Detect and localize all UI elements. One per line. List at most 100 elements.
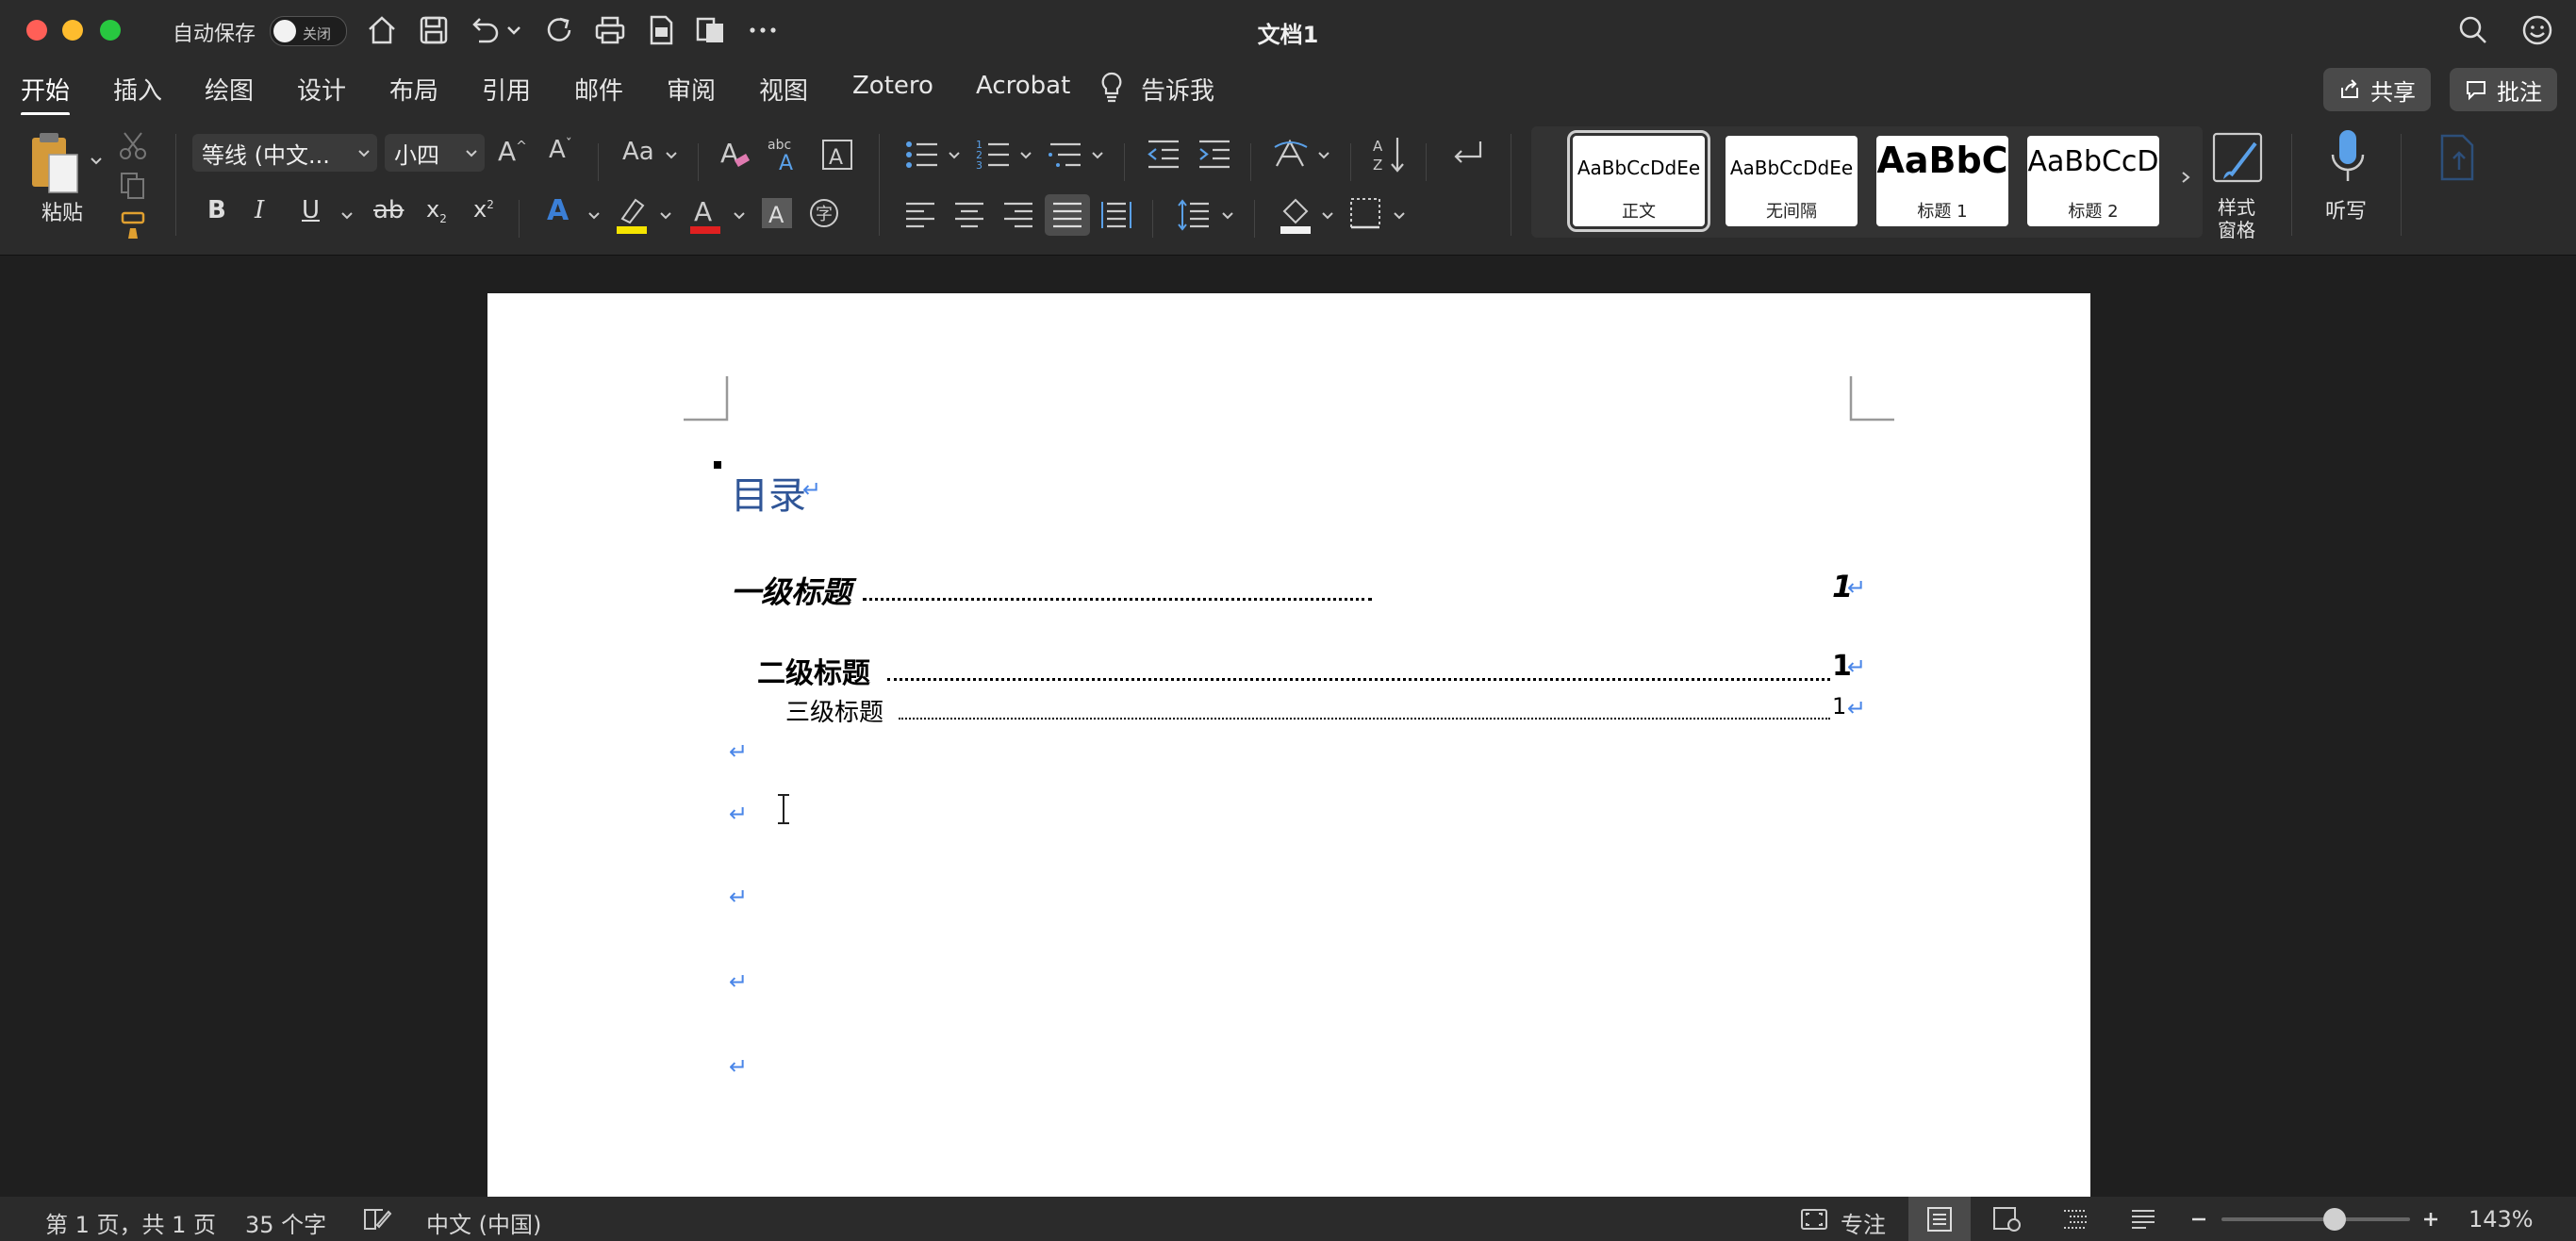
subscript-button[interactable]: x2 — [426, 196, 447, 225]
focus-label[interactable]: 专注 — [1841, 1206, 1886, 1239]
outline-view-icon[interactable] — [2061, 1206, 2089, 1233]
tab-zotero[interactable]: Zotero — [852, 72, 933, 100]
highlight-color-icon[interactable] — [613, 194, 651, 236]
style-normal[interactable]: AaBbCcDdEe 正文 — [1567, 130, 1710, 232]
paste-dropdown-chevron-icon[interactable] — [89, 153, 104, 168]
distributed-icon[interactable] — [1099, 198, 1133, 232]
character-shading-icon[interactable]: A — [760, 196, 794, 230]
proofing-book-icon[interactable] — [362, 1206, 392, 1233]
empty-paragraph-mark[interactable]: ↵ — [729, 1053, 748, 1080]
shading-chevron-icon[interactable] — [1320, 207, 1335, 223]
styles-gallery-more-icon[interactable] — [2178, 170, 2193, 185]
align-right-icon[interactable] — [1001, 198, 1035, 232]
tab-design[interactable]: 设计 — [297, 72, 346, 107]
grow-font-icon[interactable]: A^ — [498, 136, 527, 167]
empty-paragraph-mark[interactable]: ↵ — [729, 801, 748, 827]
italic-button[interactable]: I — [255, 196, 264, 224]
character-border-icon[interactable]: A — [818, 136, 856, 174]
show-formatting-marks-icon[interactable] — [1448, 136, 1486, 174]
draft-view-icon[interactable] — [2129, 1206, 2157, 1233]
font-name-chevron-icon[interactable] — [356, 145, 372, 160]
increase-indent-icon[interactable] — [1196, 136, 1233, 174]
tab-layout[interactable]: 布局 — [389, 72, 438, 107]
microphone-icon[interactable] — [2329, 128, 2367, 189]
search-icon[interactable] — [2455, 13, 2491, 47]
align-left-icon[interactable] — [903, 198, 937, 232]
tab-view[interactable]: 视图 — [759, 72, 808, 107]
line-spacing-chevron-icon[interactable] — [1220, 207, 1235, 223]
zoom-slider-track[interactable] — [2221, 1217, 2410, 1221]
style-heading-2[interactable]: AaBbCcD 标题 2 — [2027, 136, 2159, 226]
web-layout-view-icon[interactable] — [1991, 1206, 2022, 1233]
empty-paragraph-mark[interactable]: ↵ — [729, 738, 748, 765]
zoom-in-icon[interactable] — [2421, 1210, 2440, 1229]
style-no-spacing[interactable]: AaBbCcDdEe 无间隔 — [1726, 136, 1858, 226]
text-effects-button[interactable]: A — [547, 194, 569, 227]
tab-draw[interactable]: 绘图 — [205, 72, 254, 107]
sort-icon[interactable]: A Z — [1371, 134, 1409, 175]
tab-review[interactable]: 审阅 — [667, 72, 716, 107]
font-color-icon[interactable]: A — [686, 194, 724, 236]
focus-mode-icon[interactable] — [1799, 1206, 1829, 1233]
styles-pane-icon[interactable] — [2210, 130, 2269, 187]
tab-references[interactable]: 引用 — [482, 72, 531, 107]
zoom-out-icon[interactable] — [2189, 1212, 2208, 1227]
language-status[interactable]: 中文 (中国) — [426, 1206, 541, 1239]
zoom-slider-knob[interactable] — [2323, 1208, 2346, 1231]
strikethrough-button[interactable]: ab — [373, 196, 404, 224]
line-spacing-icon[interactable] — [1177, 198, 1211, 232]
bullets-chevron-icon[interactable] — [947, 147, 962, 162]
text-direction-chevron-icon[interactable] — [1316, 147, 1331, 162]
print-layout-view-icon[interactable] — [1925, 1206, 1954, 1233]
comments-button[interactable]: 批注 — [2450, 68, 2557, 111]
underline-button[interactable]: U — [302, 196, 320, 224]
multilevel-list-icon[interactable] — [1047, 136, 1084, 174]
tab-acrobat[interactable]: Acrobat — [976, 72, 1070, 100]
phonetic-guide-icon[interactable]: abc A — [766, 134, 807, 175]
document-canvas[interactable]: 目录 ↵ 一级标题 1 ↵ 二级标题 1 ↵ 三级标题 1 ↵ ↵ ↵ ↵ ↵ … — [0, 256, 2576, 1197]
toc-entry-level-1[interactable]: 一级标题 — [731, 569, 851, 612]
font-size-chevron-icon[interactable] — [464, 145, 479, 160]
cut-scissors-icon[interactable] — [117, 130, 149, 162]
change-case-button[interactable]: Aa — [622, 138, 654, 166]
paste-clipboard-icon[interactable] — [26, 130, 83, 198]
bold-button[interactable]: B — [207, 196, 226, 224]
shrink-font-icon[interactable]: Aˇ — [549, 136, 572, 164]
tell-me-search[interactable]: 告诉我 — [1141, 72, 1214, 107]
tab-mailings[interactable]: 邮件 — [574, 72, 623, 107]
justify-icon[interactable] — [1050, 198, 1084, 232]
tab-insert[interactable]: 插入 — [113, 72, 162, 107]
feedback-smiley-icon[interactable] — [2519, 13, 2555, 47]
copy-icon[interactable] — [117, 170, 149, 202]
multilevel-chevron-icon[interactable] — [1090, 147, 1105, 162]
font-name-dropdown[interactable]: 等线 (中文... — [192, 134, 377, 172]
underline-chevron-icon[interactable] — [339, 207, 355, 223]
highlight-chevron-icon[interactable] — [658, 207, 673, 223]
numbering-icon[interactable]: 1 2 3 — [975, 136, 1013, 174]
empty-paragraph-mark[interactable]: ↵ — [729, 968, 748, 995]
borders-icon[interactable] — [1348, 196, 1382, 230]
text-effects-chevron-icon[interactable] — [586, 207, 602, 223]
shading-bucket-icon[interactable] — [1277, 194, 1314, 236]
zoom-level[interactable]: 143% — [2469, 1206, 2534, 1233]
superscript-button[interactable]: x2 — [473, 196, 494, 223]
decrease-indent-icon[interactable] — [1145, 136, 1182, 174]
change-case-chevron-icon[interactable] — [664, 147, 679, 162]
toc-entry-level-3[interactable]: 三级标题 — [785, 693, 883, 728]
align-center-icon[interactable] — [952, 198, 986, 232]
font-color-chevron-icon[interactable] — [732, 207, 747, 223]
tab-home[interactable]: 开始 — [21, 72, 71, 116]
bullets-icon[interactable] — [903, 136, 941, 174]
enclose-characters-icon[interactable]: 字 — [807, 196, 841, 230]
borders-chevron-icon[interactable] — [1392, 207, 1407, 223]
style-heading-1[interactable]: AaBbC 标题 1 — [1876, 136, 2008, 226]
format-painter-icon[interactable] — [117, 209, 149, 241]
empty-paragraph-mark[interactable]: ↵ — [729, 884, 748, 910]
toc-entry-level-2[interactable]: 二级标题 — [757, 650, 870, 691]
page-count-status[interactable]: 第 1 页，共 1 页 — [45, 1206, 216, 1239]
numbering-chevron-icon[interactable] — [1018, 147, 1033, 162]
document-page[interactable]: 目录 ↵ 一级标题 1 ↵ 二级标题 1 ↵ 三级标题 1 ↵ ↵ ↵ ↵ ↵ … — [487, 293, 2090, 1197]
clear-formatting-icon[interactable]: A — [717, 136, 754, 174]
text-direction-icon[interactable] — [1271, 136, 1313, 174]
share-button[interactable]: 共享 — [2323, 68, 2431, 111]
